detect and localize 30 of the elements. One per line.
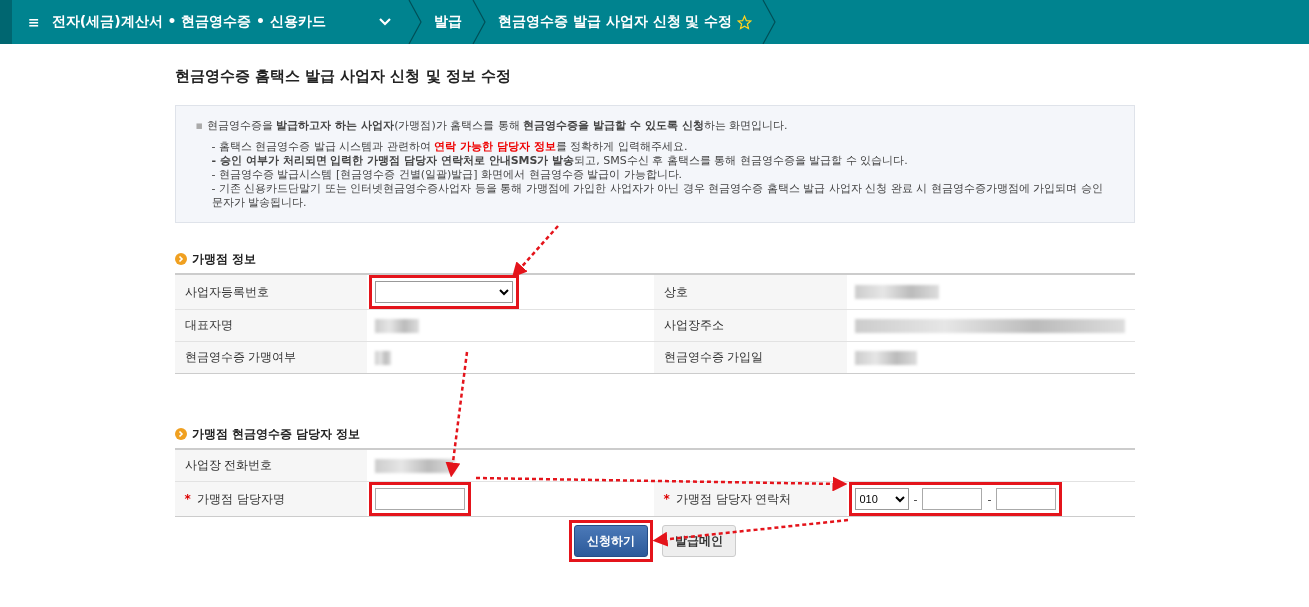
field-label: 가맹점 담당자 연락처 [675, 490, 792, 508]
required-mark: * [184, 492, 191, 506]
section-title: 가맹점 정보 [191, 251, 256, 267]
field-label: 현금영수증 가맹여부 [184, 349, 297, 366]
bullet-mark: ▪ [195, 119, 203, 133]
field-label: 가맹점 담당자명 [196, 490, 285, 508]
separator: - [913, 492, 918, 506]
menu-icon: ≡ [28, 14, 40, 30]
info-note: - 승인 여부가 처리되면 입력한 가맹점 담당자 연락처로 안내SMS가 발송되고, SMS수신 후 홈택스를 통해 현금영수증을 발급할 수 있습니다. [210, 154, 909, 168]
separator: - [987, 492, 992, 506]
field-label: 상호 [663, 283, 688, 301]
breadcrumb-link[interactable]: 발급 [422, 0, 472, 44]
menu-label: 전자(세금)계산서 • 현금영수증 • 신용카드 [51, 13, 326, 31]
submit-button[interactable]: 신청하기 [573, 525, 648, 557]
field-label: 사업자등록번호 [184, 283, 269, 301]
field-label: 사업장주소 [663, 317, 724, 334]
main-button[interactable]: 발급메인 [661, 525, 736, 557]
breadcrumb-link[interactable]: 현금영수증 발급 사업자 신청 및 수정 [486, 0, 763, 44]
field-label: 현금영수증 가입일 [663, 349, 764, 366]
required-mark: * [663, 492, 670, 506]
menu-dropdown[interactable]: ≡ 전자(세금)계산서 • 현금영수증 • 신용카드 [12, 0, 408, 44]
field-label: 대표자명 [184, 317, 233, 334]
field-label: 사업장 전화번호 [184, 457, 273, 474]
phone-prefix-select[interactable]: 010 [854, 488, 909, 510]
page-title: 현금영수증 홈택스 발급 사업자 신청 및 정보 수정 [174, 66, 513, 86]
section-title: 가맹점 현금영수증 담당자 정보 [191, 426, 361, 442]
info-note: - 홈택스 현금영수증 발급 시스템과 관련하여 연락 가능한 담당자 정보를 정확하게 입력해주세요. [210, 140, 689, 154]
info-note: - 기존 신용카드단말기 또는 인터넷현금영수증사업자 등을 통해 가맹점에 가입한 사업자가 아닌 경우 현금영수증 홈택스 발급 사업자 신청 완료 시 현금영수증가맹점에 가입되며 승인문자가 발송됩니다. [210, 182, 1104, 210]
info-text: 현금영수증을 발급하고자 하는 사업자(가맹점)가 홈택스를 통해 현금영수증을 발급할 수 있도록 신청하는 화면입니다. [206, 119, 788, 133]
info-note: - 현금영수증 발급시스템 [현금영수증 건별(일괄)발급] 화면에서 현금영수증 발급이 가능합니다. [210, 168, 684, 182]
